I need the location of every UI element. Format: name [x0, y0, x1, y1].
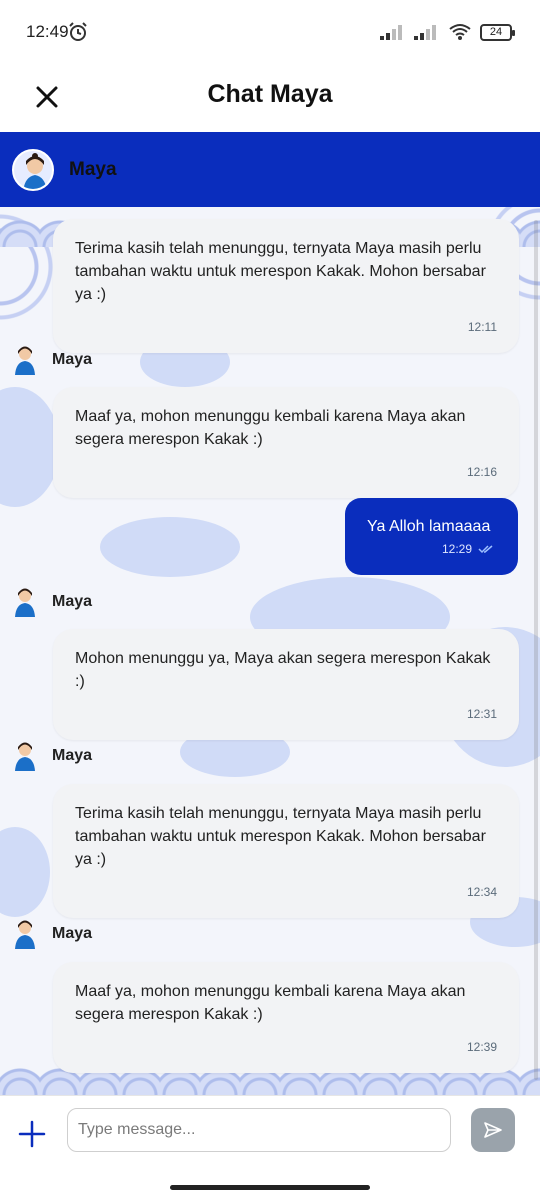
- bot-message: Maaf ya, mohon menunggu kembali karena M…: [53, 387, 519, 498]
- maya-avatar-icon: [15, 742, 35, 771]
- message-text: Maaf ya, mohon menunggu kembali karena M…: [75, 983, 466, 1023]
- send-icon: [484, 1122, 502, 1138]
- status-bar: 12:49 24: [0, 0, 540, 62]
- message-time: 12:34: [466, 885, 497, 899]
- agent-bar: Maya: [0, 132, 540, 207]
- agent-name: Maya: [69, 158, 117, 180]
- status-icons: 24: [380, 22, 515, 42]
- message-time: 12:39: [466, 1040, 497, 1054]
- message-text: Ya Alloh lamaaaa: [367, 518, 491, 535]
- background-cloud: [0, 827, 50, 917]
- sender-row: Maya: [12, 741, 92, 771]
- message-time: 12:29: [441, 542, 472, 556]
- message-meta: 12:29: [367, 542, 496, 556]
- sender-row: Maya: [12, 587, 92, 617]
- composer-bar: [0, 1095, 540, 1200]
- background-cloud: [0, 387, 60, 507]
- maya-avatar-icon: [15, 588, 35, 617]
- maya-avatar-icon: [15, 346, 35, 375]
- bot-message: Terima kasih telah menunggu, ternyata Ma…: [53, 219, 519, 353]
- message-time: 12:31: [466, 707, 497, 721]
- bot-message: Terima kasih telah menunggu, ternyata Ma…: [53, 784, 519, 918]
- home-indicator: [170, 1185, 370, 1190]
- bot-message: Maaf ya, mohon menunggu kembali karena M…: [53, 962, 519, 1073]
- status-time: 12:49: [26, 22, 69, 41]
- plus-icon[interactable]: [18, 1120, 46, 1148]
- message-text: Terima kasih telah menunggu, ternyata Ma…: [75, 805, 486, 868]
- message-input[interactable]: [67, 1108, 451, 1152]
- message-time: 12:16: [466, 465, 497, 479]
- sender-name: Maya: [52, 747, 93, 764]
- sender-row: Maya: [12, 345, 92, 375]
- sender-name: Maya: [52, 351, 93, 368]
- background-cloud: [100, 517, 240, 577]
- signal-icon: [380, 25, 402, 40]
- sender-name: Maya: [52, 593, 93, 610]
- page-title: Chat Maya: [207, 80, 333, 108]
- sender-row: Maya: [12, 919, 92, 949]
- app-header: Chat Maya: [0, 62, 540, 132]
- chat-scrollbar[interactable]: [534, 220, 538, 1080]
- chat-area[interactable]: Terima kasih telah menunggu, ternyata Ma…: [0, 207, 540, 1095]
- message-time: 12:11: [467, 320, 497, 334]
- send-button[interactable]: [471, 1108, 515, 1152]
- bot-message: Mohon menunggu ya, Maya akan segera mere…: [53, 629, 519, 740]
- wifi-icon: [449, 24, 471, 40]
- battery-indicator: 24: [480, 23, 515, 41]
- avatar: [12, 148, 54, 191]
- sender-name: Maya: [52, 925, 93, 942]
- message-text: Maaf ya, mohon menunggu kembali karena M…: [75, 408, 466, 448]
- user-message: Ya Alloh lamaaaa 12:29: [345, 498, 518, 575]
- double-check-icon: [478, 545, 493, 554]
- signal-icon-2: [414, 25, 436, 40]
- message-text: Mohon menunggu ya, Maya akan segera mere…: [75, 650, 491, 690]
- alarm-icon: [69, 22, 87, 41]
- message-text: Terima kasih telah menunggu, ternyata Ma…: [75, 240, 486, 303]
- maya-avatar-icon: [15, 920, 35, 949]
